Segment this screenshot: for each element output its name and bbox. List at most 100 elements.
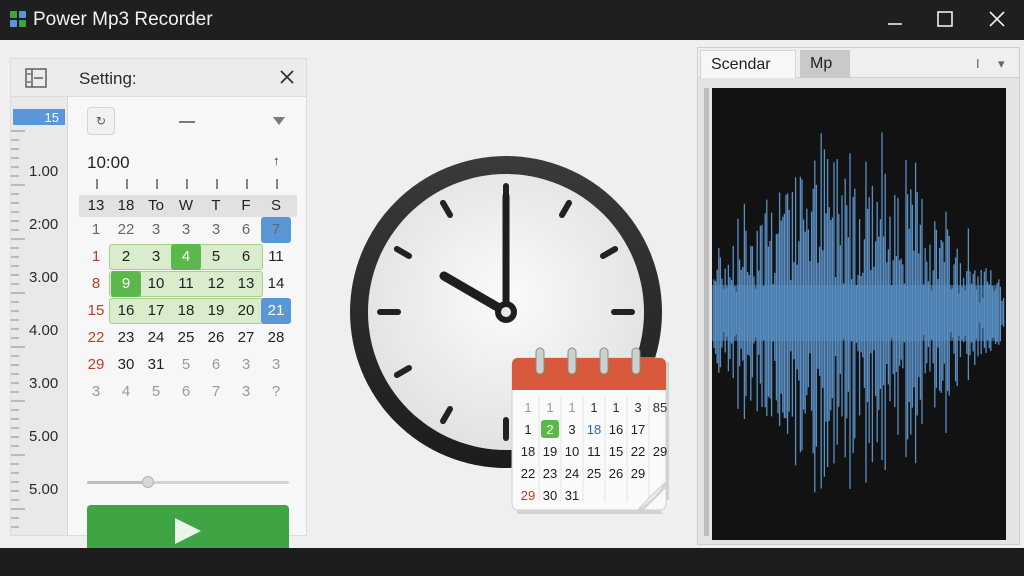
ruler-label: 5.00 <box>29 428 59 445</box>
tab-scendar[interactable]: Scendar <box>700 50 796 78</box>
calendar-day[interactable]: 5 <box>141 379 171 405</box>
mini-cal-day: 1 <box>612 400 619 415</box>
tab-scroll-control[interactable]: I <box>976 56 980 71</box>
calendar-day[interactable]: 4 <box>171 244 201 270</box>
calendar-day[interactable]: 21 <box>261 298 291 324</box>
calendar-day[interactable]: 3 <box>141 244 171 270</box>
calendar-day[interactable]: 7 <box>261 217 291 243</box>
mini-cal-day: 3 <box>568 422 575 437</box>
mini-cal-day: 24 <box>565 466 579 481</box>
panel-layout-icon[interactable] <box>25 68 47 88</box>
calendar-day[interactable]: 5 <box>201 244 231 270</box>
calendar-weekday-header: T <box>211 197 221 214</box>
calendar-weekday-header: F <box>241 197 251 214</box>
maximize-button[interactable] <box>928 6 962 34</box>
slider-thumb[interactable] <box>141 476 154 488</box>
calendar-day[interactable]: 31 <box>141 352 171 378</box>
calendar-day[interactable]: 6 <box>171 379 201 405</box>
settings-panel: Setting: 15 1.00 2:00 3.00 4.00 3.00 5.00 5.00… <box>10 58 307 559</box>
chevron-down-icon[interactable] <box>273 117 285 125</box>
arrow-up-icon[interactable]: ↑ <box>273 153 280 168</box>
calendar-day[interactable]: 10 <box>141 271 171 297</box>
calendar-day[interactable]: 6 <box>201 352 231 378</box>
calendar-day[interactable]: 5 <box>171 352 201 378</box>
rotate-nav-button[interactable]: ↻ <box>87 107 115 135</box>
close-button[interactable] <box>980 6 1014 34</box>
ruler-label: 2:00 <box>29 216 59 233</box>
calendar-day[interactable]: 9 <box>111 271 141 297</box>
minimize-button[interactable] <box>878 6 912 34</box>
time-value[interactable]: 10:00 <box>87 153 130 173</box>
calendar-day[interactable]: 29 <box>81 352 111 378</box>
tab-menu-chevron-icon[interactable]: ▾ <box>998 56 1005 72</box>
calendar-day[interactable]: 4 <box>111 379 141 405</box>
calendar-day[interactable]: 3 <box>231 352 261 378</box>
maximize-icon <box>937 11 953 27</box>
mini-cal-day: 1 <box>568 400 575 415</box>
calendar-day[interactable]: 2 <box>111 244 141 270</box>
calendar-day[interactable]: 17 <box>141 298 171 324</box>
calendar-day[interactable]: 3 <box>261 352 291 378</box>
mini-cal-day: 1 <box>524 400 531 415</box>
calendar-day[interactable]: 6 <box>231 244 261 270</box>
calendar-day[interactable]: 3 <box>81 379 111 405</box>
ruler-position-marker[interactable]: 15 <box>13 107 65 125</box>
calendar-day[interactable]: 25 <box>171 325 201 351</box>
calendar-day[interactable]: 27 <box>231 325 261 351</box>
calendar-day[interactable]: 22 <box>111 217 141 243</box>
calendar-day[interactable]: 1 <box>81 244 111 270</box>
mini-cal-day: 1 <box>524 422 531 437</box>
calendar-day[interactable]: 16 <box>111 298 141 324</box>
calendar-day[interactable]: 3 <box>171 217 201 243</box>
audio-waveform[interactable] <box>712 88 1006 540</box>
calendar-day[interactable]: 3 <box>201 217 231 243</box>
calendar-day[interactable]: 15 <box>81 298 111 324</box>
minus-icon[interactable] <box>179 121 195 123</box>
calendar-day[interactable]: 20 <box>231 298 261 324</box>
close-panel-icon[interactable] <box>277 67 297 87</box>
calendar-day[interactable]: 3 <box>141 217 171 243</box>
calendar-day[interactable]: 23 <box>111 325 141 351</box>
ruler-label: 3.00 <box>29 375 59 392</box>
mini-cal-day: 30 <box>543 488 557 503</box>
calendar-day[interactable]: 30 <box>111 352 141 378</box>
volume-slider[interactable] <box>87 476 289 488</box>
waveform-panel: Scendar Mp I ▾ <box>697 47 1020 545</box>
binder-ring <box>535 347 545 375</box>
time-ruler[interactable]: 15 1.00 2:00 3.00 4.00 3.00 5.00 5.00 <box>11 97 68 535</box>
status-bar <box>0 548 1024 576</box>
binder-ring <box>631 347 641 375</box>
calendar-day[interactable]: 8 <box>81 271 111 297</box>
calendar-day[interactable]: 14 <box>261 271 291 297</box>
calendar-weekday-header: 18 <box>117 197 135 214</box>
calendar-day[interactable]: 24 <box>141 325 171 351</box>
tab-bar: Scendar Mp I ▾ <box>698 48 1019 78</box>
settings-header: Setting: <box>11 59 306 97</box>
mini-cal-day: 15 <box>609 444 623 459</box>
mini-cal-day: 22 <box>631 444 645 459</box>
calendar-day[interactable]: 6 <box>231 217 261 243</box>
calendar-day[interactable]: 19 <box>201 298 231 324</box>
mini-cal-day: 25 <box>587 466 601 481</box>
calendar-day[interactable]: 12 <box>201 271 231 297</box>
tab-mp[interactable]: Mp <box>800 50 850 78</box>
calendar-weekday-header: W <box>178 197 194 214</box>
play-icon <box>175 518 201 544</box>
calendar-day[interactable]: 7 <box>201 379 231 405</box>
slider-fill <box>87 481 148 484</box>
calendar-day[interactable]: 28 <box>261 325 291 351</box>
time-ticks <box>96 179 278 189</box>
calendar-day[interactable]: 3 <box>231 379 261 405</box>
calendar-day[interactable]: 26 <box>201 325 231 351</box>
mini-cal-day: 18 <box>587 422 601 437</box>
mini-cal-day: 2 <box>546 422 553 437</box>
waveform-scrollbar[interactable] <box>704 88 709 536</box>
calendar-day[interactable]: 22 <box>81 325 111 351</box>
calendar-day[interactable]: 11 <box>261 244 291 270</box>
calendar-day[interactable]: 11 <box>171 271 201 297</box>
calendar-day[interactable]: 13 <box>231 271 261 297</box>
calendar-day[interactable]: ? <box>261 379 291 405</box>
calendar-day[interactable]: 1 <box>81 217 111 243</box>
calendar-day[interactable]: 18 <box>171 298 201 324</box>
mini-cal-day: 18 <box>521 444 535 459</box>
